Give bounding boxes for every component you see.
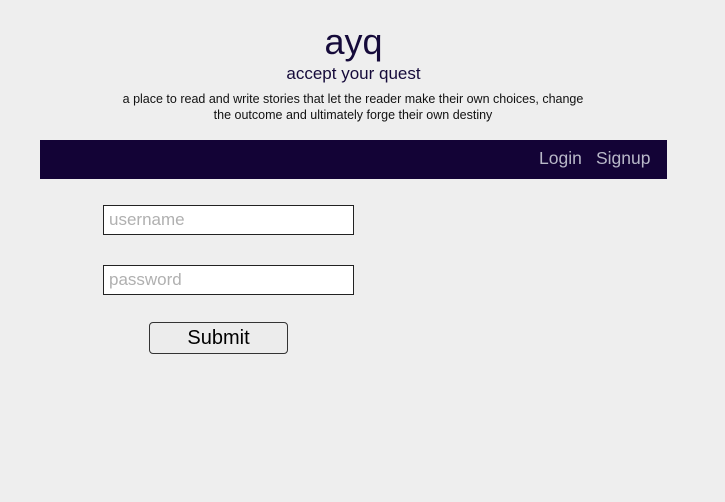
description-line-1: a place to read and write stories that l… [122,92,584,106]
site-logo: ayq [324,21,383,62]
nav-bar: Login Signup [40,140,667,179]
nav-signup-link[interactable]: Signup [596,148,651,168]
site-tagline: accept your quest [286,64,421,83]
username-input[interactable] [103,205,354,235]
description-line-2: the outcome and ultimately forge their o… [213,108,493,122]
nav-login-link[interactable]: Login [539,148,582,168]
submit-button[interactable]: Submit [149,322,288,354]
password-input[interactable] [103,265,354,295]
site-description: a place to read and write stories that l… [104,91,602,123]
